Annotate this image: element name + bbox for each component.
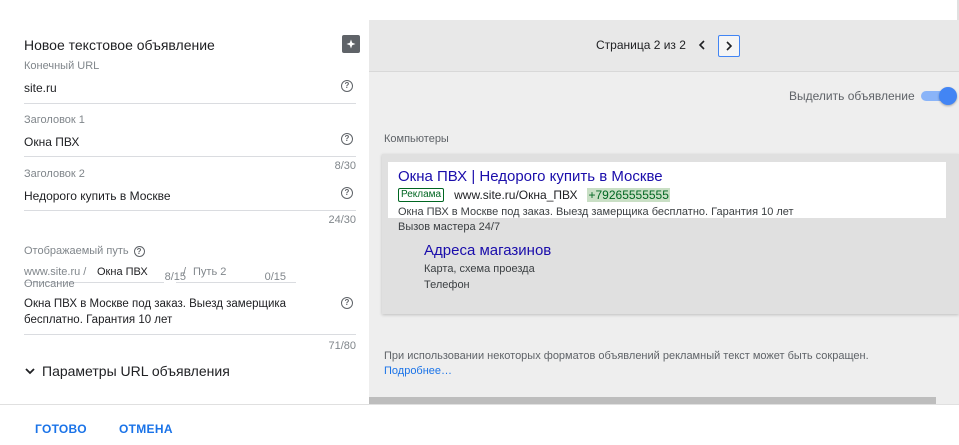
final-url-underline bbox=[24, 103, 356, 104]
preview-scroll-edge bbox=[369, 397, 936, 404]
description-input-line2[interactable]: бесплатно. Гарантия 10 лет bbox=[24, 314, 172, 326]
display-path-label-row: Отображаемый путь ? bbox=[24, 245, 145, 257]
headline1-counter: 8/30 bbox=[334, 160, 356, 172]
ad-phone: +79265555555 bbox=[587, 188, 670, 202]
path2-counter: 0/15 bbox=[264, 271, 286, 283]
final-url-input[interactable]: site.ru bbox=[24, 81, 57, 95]
done-button[interactable]: ГОТОВО bbox=[35, 422, 87, 436]
pager-text: Страница 2 из 2 bbox=[596, 38, 686, 52]
highlight-ad-label: Выделить объявление bbox=[789, 89, 915, 103]
ad-url-line: Реклама www.site.ru/Окна_ПВХ +7926555555… bbox=[398, 188, 670, 202]
chevron-right-icon[interactable] bbox=[718, 35, 740, 57]
pager-bar: Страница 2 из 2 bbox=[369, 20, 959, 72]
lightbulb-icon[interactable] bbox=[342, 35, 360, 53]
form-title: Новое текстовое объявление bbox=[24, 37, 215, 53]
ad-extension-text: Вызов мастера 24/7 bbox=[398, 221, 501, 233]
description-counter: 71/80 bbox=[328, 340, 356, 352]
ad-badge: Реклама bbox=[398, 188, 445, 202]
ad-headline: Окна ПВХ | Недорого купить в Москве bbox=[398, 168, 663, 185]
url-params-label: Параметры URL объявления bbox=[42, 363, 230, 379]
highlight-ad-toggle[interactable] bbox=[921, 87, 957, 105]
headline2-underline bbox=[24, 210, 356, 211]
ad-preview-panel: Страница 2 из 2 Выделить объявление Комп… bbox=[369, 20, 959, 404]
cancel-button[interactable]: ОТМЕНА bbox=[119, 422, 173, 436]
path1-counter: 8/15 bbox=[164, 271, 186, 283]
final-url-label: Конечный URL bbox=[24, 60, 100, 72]
help-icon[interactable]: ? bbox=[341, 133, 353, 145]
display-path-label: Отображаемый путь bbox=[24, 245, 129, 257]
description-underline bbox=[24, 334, 356, 335]
path1-input[interactable]: Окна ПВХ bbox=[97, 266, 148, 278]
description-input-line1[interactable]: Окна ПВХ в Москве под заказ. Выезд замер… bbox=[24, 298, 286, 310]
headline1-label: Заголовок 1 bbox=[24, 114, 85, 126]
help-icon[interactable]: ? bbox=[341, 187, 353, 199]
path2-input[interactable]: Путь 2 bbox=[193, 266, 226, 278]
top-strip bbox=[0, 0, 959, 20]
help-icon[interactable]: ? bbox=[341, 297, 353, 309]
description-label: Описание bbox=[24, 278, 75, 290]
headline2-input[interactable]: Недорого купить в Москве bbox=[24, 189, 171, 203]
ad-form-panel: Новое текстовое объявление Конечный URL … bbox=[8, 20, 369, 404]
ad-description: Окна ПВХ в Москве под заказ. Выезд замер… bbox=[398, 206, 794, 218]
truncation-notice: При использовании некоторых форматов объ… bbox=[384, 350, 869, 362]
help-icon[interactable]: ? bbox=[133, 245, 145, 257]
headline2-label: Заголовок 2 bbox=[24, 168, 85, 180]
display-path-domain: www.site.ru / bbox=[24, 266, 87, 278]
chevron-down-icon bbox=[25, 368, 35, 375]
headline1-input[interactable]: Окна ПВХ bbox=[24, 135, 79, 149]
learn-more-link[interactable]: Подробнее… bbox=[384, 365, 452, 377]
headline2-counter: 24/30 bbox=[328, 214, 356, 226]
chevron-left-icon[interactable] bbox=[692, 35, 712, 55]
help-icon[interactable]: ? bbox=[341, 80, 353, 92]
ad-preview-card: Окна ПВХ | Недорого купить в Москве Рекл… bbox=[382, 154, 959, 314]
toggle-thumb bbox=[939, 87, 957, 105]
ad-display-url: www.site.ru/Окна_ПВХ bbox=[454, 188, 578, 202]
footer: ГОТОВО ОТМЕНА bbox=[0, 404, 959, 445]
headline1-underline bbox=[24, 156, 356, 157]
device-label: Компьютеры bbox=[384, 133, 449, 145]
sitelink-line1: Карта, схема проезда bbox=[424, 263, 535, 275]
url-params-toggle[interactable]: Параметры URL объявления bbox=[24, 363, 230, 379]
sitelink-line2: Телефон bbox=[424, 279, 470, 291]
sitelink-title: Адреса магазинов bbox=[424, 242, 552, 259]
